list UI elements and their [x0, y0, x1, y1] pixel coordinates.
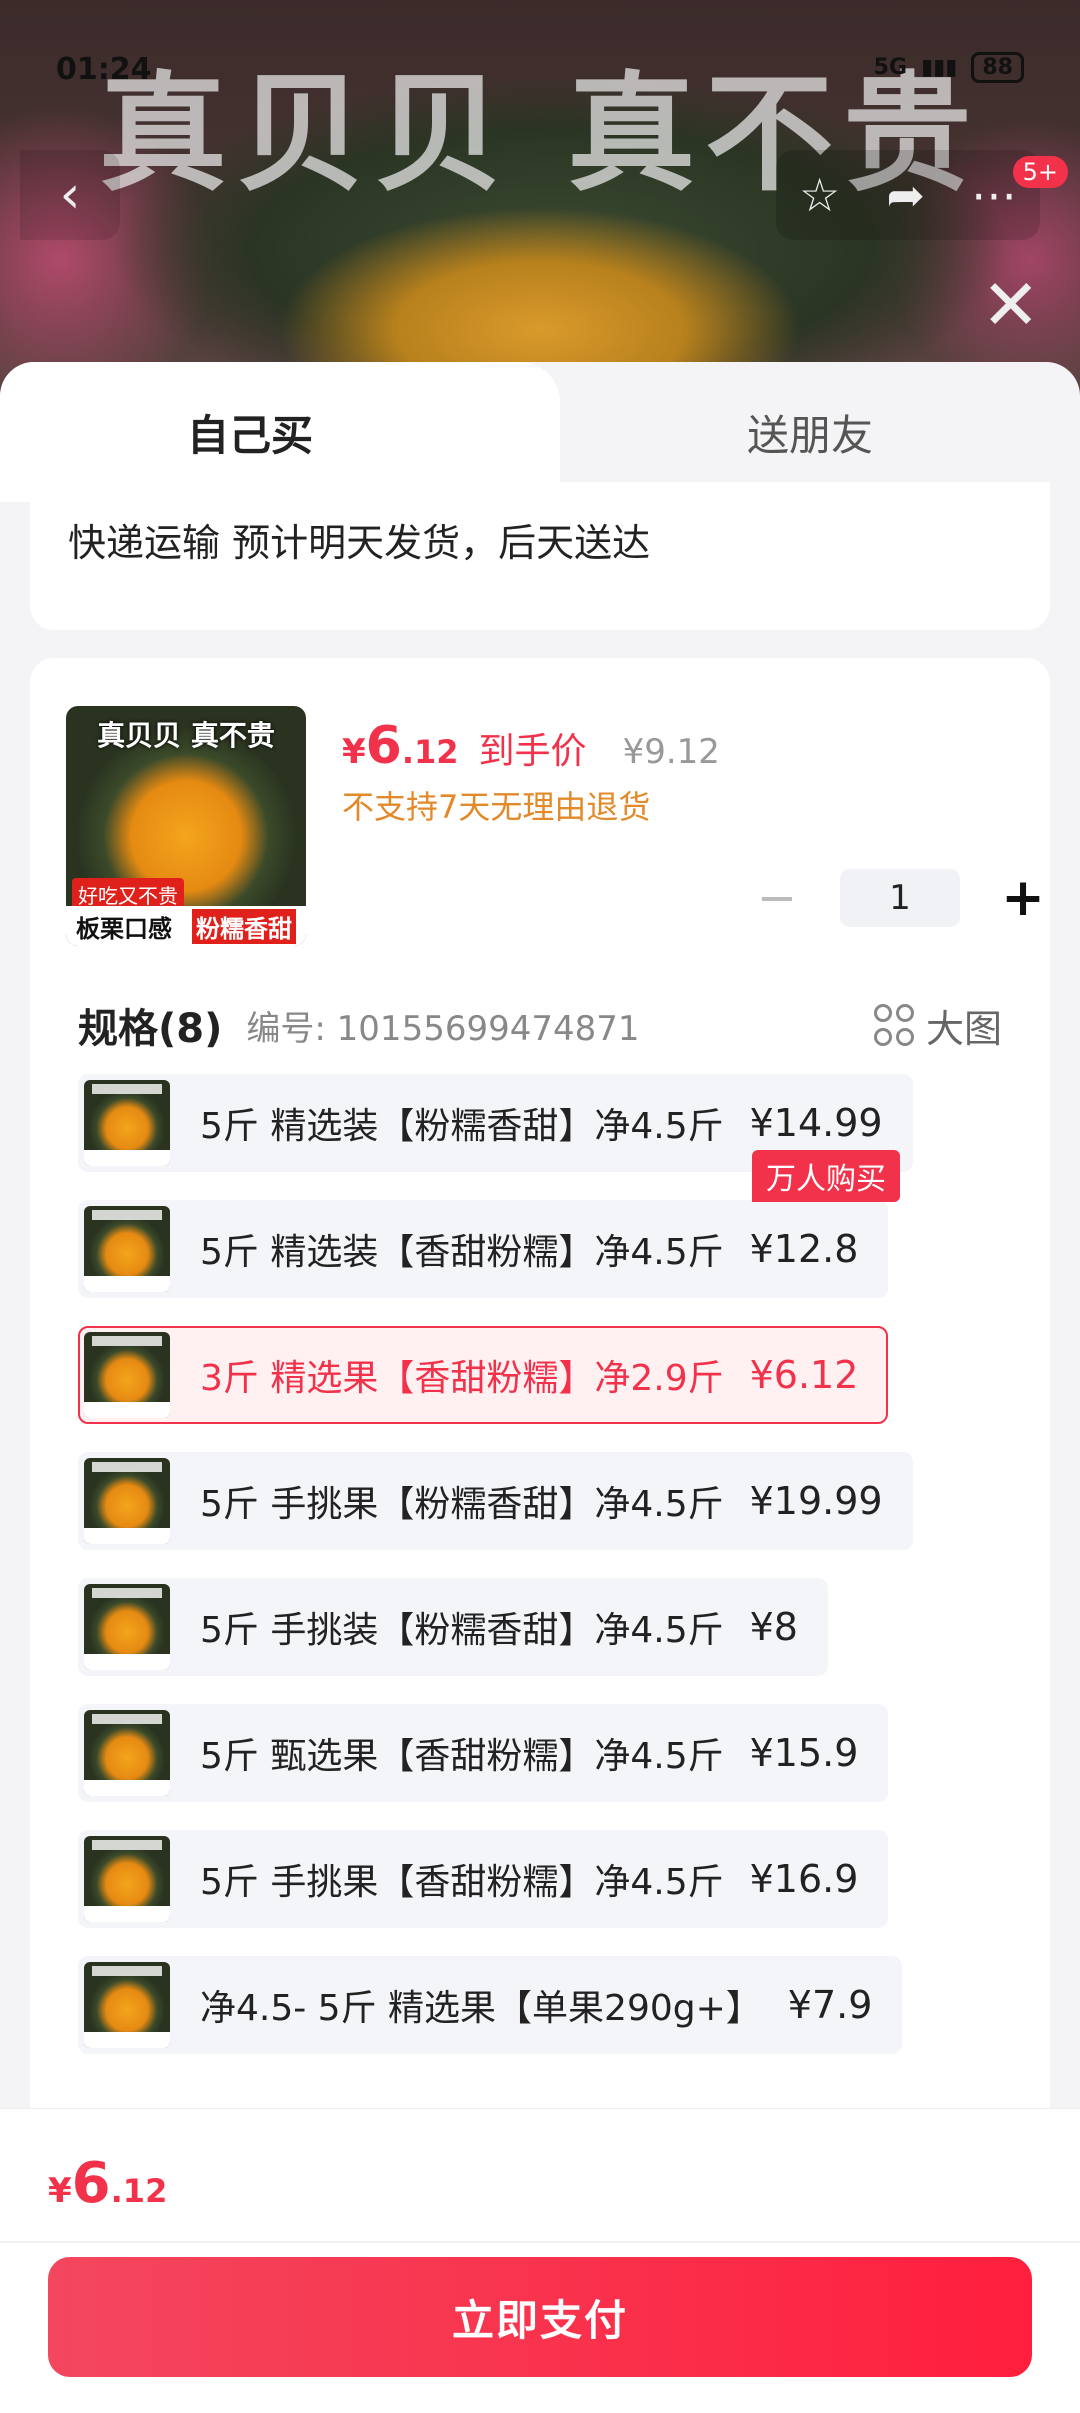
checkout-bar: ¥6.12 立即支付 [0, 2108, 1080, 2413]
spec-option-2[interactable]: 5斤 精选装【香甜粉糯】净4.5斤 ¥12.8 [78, 1200, 889, 1298]
thumb-bottom-b: 粉糯香甜 [192, 908, 296, 944]
divider [0, 2241, 1080, 2243]
chevron-left-icon: ‹ [59, 165, 81, 225]
back-button[interactable]: ‹ [20, 150, 120, 240]
original-price: ¥9.12 [622, 732, 720, 772]
option-name: 5斤 手挑果【香甜粉糯】净4.5斤 [200, 1862, 724, 1903]
product-hero-image: 真贝贝 真不贵 01:24 5G ▮▮▮ 88 ‹ ☆ ➦ ⋯ 5+ ✕ [0, 0, 1080, 420]
increase-button[interactable]: + [988, 868, 1058, 928]
spec-option-4[interactable]: 5斤 手挑果【粉糯香甜】净4.5斤 ¥19.99 [78, 1452, 913, 1550]
option-thumbnail [84, 1584, 170, 1670]
favorite-star-icon[interactable]: ☆ [799, 168, 840, 222]
option-name: 5斤 精选装【粉糯香甜】净4.5斤 [200, 1106, 724, 1147]
option-thumbnail [84, 1710, 170, 1796]
share-icon[interactable]: ➦ [886, 168, 925, 222]
pay-now-button[interactable]: 立即支付 [48, 2257, 1032, 2377]
tab-self[interactable]: 自己买 [0, 362, 560, 502]
product-code: 编号: 10155699474871 [246, 1008, 640, 1049]
option-price: ¥8 [749, 1605, 798, 1649]
thumb-title: 真贝贝 真不贵 [97, 719, 275, 752]
option-price: ¥7.9 [787, 1983, 873, 2027]
option-name: 5斤 手挑果【粉糯香甜】净4.5斤 [200, 1484, 724, 1525]
option-name: 净4.5- 5斤 精选果【单果290g+】 [200, 1988, 762, 2029]
more-badge: 5+ [1012, 156, 1068, 188]
total-currency: ¥ [48, 2171, 72, 2211]
option-price: ¥12.8 [749, 1227, 859, 1271]
option-thumbnail [84, 1206, 170, 1292]
more-icon[interactable]: ⋯ [971, 168, 1017, 222]
total-dec: .12 [110, 2172, 168, 2210]
quantity-value[interactable]: 1 [840, 869, 960, 927]
option-price: ¥6.12 [749, 1353, 859, 1397]
option-price: ¥15.9 [749, 1731, 859, 1775]
price-currency: ¥ [342, 732, 366, 772]
option-price: ¥14.99 [749, 1101, 883, 1145]
thumb-bottom-a: 板栗口感 [76, 914, 172, 943]
big-picture-label: 大图 [925, 1006, 1002, 1051]
top-actions: ☆ ➦ ⋯ [776, 150, 1040, 240]
price-dec: .12 [401, 733, 459, 771]
price-line: ¥6.12 到手价 ¥9.12 [342, 716, 720, 776]
option-thumbnail [84, 1080, 170, 1166]
spec-header: 规格(8) 编号: 10155699474871 大图 [78, 990, 1002, 1060]
battery-icon: 88 [971, 52, 1024, 83]
option-name: 3斤 精选果【香甜粉糯】净2.9斤 [200, 1358, 724, 1399]
spec-title: 规格(8) [78, 1006, 223, 1052]
option-thumbnail [84, 1836, 170, 1922]
total-int: 6 [71, 2151, 111, 2216]
signal-icon: ▮▮▮ [921, 55, 958, 80]
option-thumbnail [84, 1458, 170, 1544]
hot-tag: 万人购买 [752, 1150, 900, 1202]
purchase-sheet: 送朋友 自己买 快递运输 预计明天发货，后天送达 真贝贝 真不贵 好吃又不贵 板… [0, 362, 1080, 2412]
return-policy: 不支持7天无理由退货 [342, 788, 651, 826]
status-icons: 5G ▮▮▮ 88 [874, 52, 1024, 83]
option-price: ¥19.99 [749, 1479, 883, 1523]
final-price: ¥6.12 [342, 716, 459, 776]
tab-bar: 送朋友 自己买 [0, 362, 1080, 502]
spec-option-8[interactable]: 净4.5- 5斤 精选果【单果290g+】 ¥7.9 [78, 1956, 903, 2054]
status-time: 01:24 [56, 52, 152, 87]
spec-option-6[interactable]: 5斤 甄选果【香甜粉糯】净4.5斤 ¥15.9 [78, 1704, 889, 1802]
total-price: ¥6.12 [48, 2151, 167, 2216]
option-price: ¥16.9 [749, 1857, 859, 1901]
decrease-button[interactable]: − [742, 870, 812, 926]
grid-icon [873, 1004, 914, 1046]
close-icon[interactable]: ✕ [981, 270, 1040, 340]
big-picture-button[interactable]: 大图 [873, 990, 1002, 1060]
tab-gift[interactable]: 送朋友 [540, 362, 1080, 502]
option-name: 5斤 甄选果【香甜粉糯】净4.5斤 [200, 1736, 724, 1777]
product-thumbnail[interactable]: 真贝贝 真不贵 好吃又不贵 板栗口感 粉糯香甜 [66, 706, 306, 946]
spec-option-3-selected[interactable]: 3斤 精选果【香甜粉糯】净2.9斤 ¥6.12 [78, 1326, 889, 1424]
thumb-bottom: 板栗口感 粉糯香甜 [66, 906, 306, 946]
delivery-info: 快递运输 预计明天发货，后天送达 [30, 482, 1050, 630]
option-name: 5斤 手挑装【粉糯香甜】净4.5斤 [200, 1610, 724, 1651]
status-bar: 01:24 5G ▮▮▮ 88 [56, 52, 1024, 92]
option-name: 5斤 精选装【香甜粉糯】净4.5斤 [200, 1232, 724, 1273]
option-thumbnail [84, 1962, 170, 2048]
price-int: 6 [365, 716, 402, 776]
network-label: 5G [873, 55, 908, 80]
price-label: 到手价 [478, 731, 587, 772]
quantity-stepper: − 1 + [742, 868, 1058, 928]
spec-option-5[interactable]: 5斤 手挑装【粉糯香甜】净4.5斤 ¥8 [78, 1578, 828, 1676]
option-thumbnail [84, 1332, 170, 1418]
spec-option-7[interactable]: 5斤 手挑果【香甜粉糯】净4.5斤 ¥16.9 [78, 1830, 889, 1928]
